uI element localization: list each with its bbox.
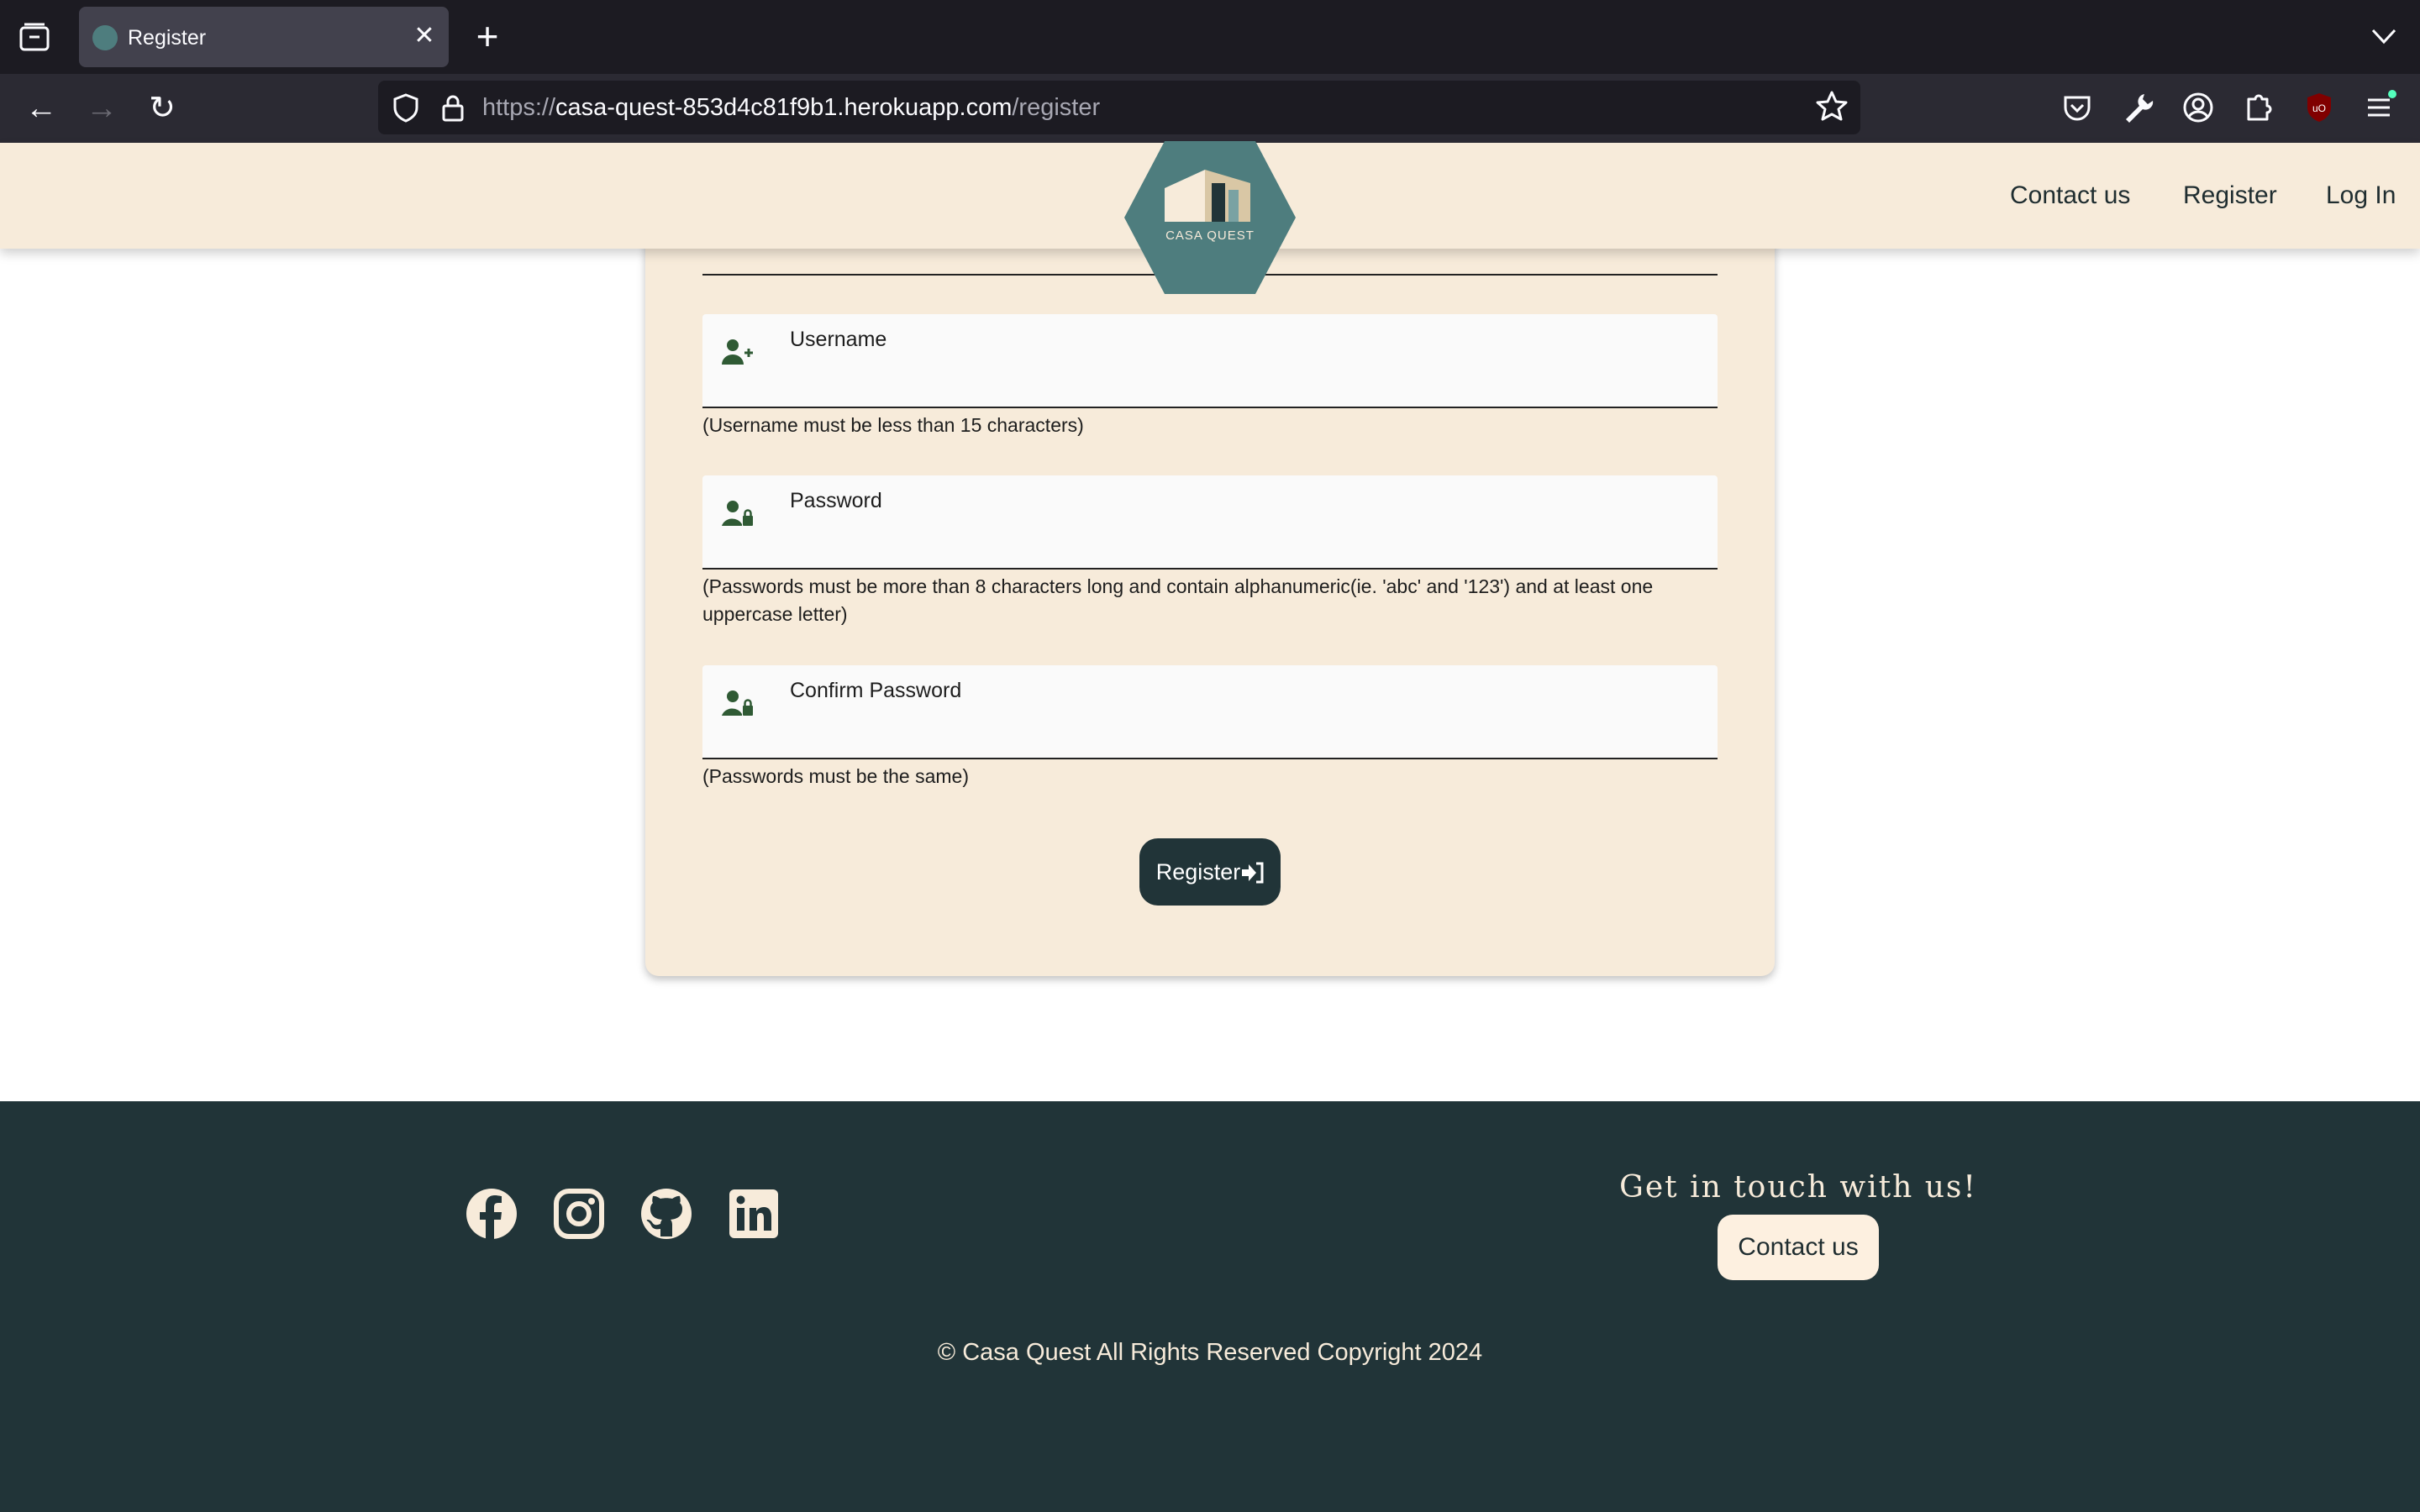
extensions-icon[interactable] bbox=[2240, 89, 2277, 126]
footer-contact-button[interactable]: Contact us bbox=[1718, 1215, 1879, 1280]
wrench-icon[interactable] bbox=[2119, 89, 2156, 126]
svg-text:uO: uO bbox=[2312, 102, 2326, 114]
url-host: casa-quest-853d4c81f9b1.herokuapp.com bbox=[555, 94, 1013, 121]
user-lock-icon bbox=[722, 690, 753, 716]
copyright-text: © Casa Quest All Rights Reserved Copyrig… bbox=[937, 1339, 1483, 1366]
pocket-icon[interactable] bbox=[2059, 89, 2096, 126]
footer-heading: Get in touch with us! bbox=[1619, 1170, 1977, 1205]
nav-log-in[interactable]: Log In bbox=[2326, 180, 2396, 212]
site-favicon-icon bbox=[92, 25, 118, 50]
url-scheme: https:// bbox=[482, 94, 556, 121]
bookmark-star-icon[interactable] bbox=[1815, 89, 1849, 123]
chevron-down-icon[interactable] bbox=[2368, 24, 2400, 49]
lock-icon[interactable] bbox=[439, 92, 467, 123]
sign-in-icon bbox=[1242, 862, 1264, 884]
password-hint: (Passwords must be more than 8 character… bbox=[702, 575, 1654, 625]
reload-icon[interactable]: ↻ bbox=[141, 87, 183, 129]
back-icon[interactable]: ← bbox=[20, 87, 62, 129]
username-label: Username bbox=[790, 328, 887, 351]
url-path: /register bbox=[1012, 94, 1101, 121]
instagram-icon[interactable] bbox=[553, 1188, 605, 1240]
new-tab-icon[interactable]: + bbox=[471, 17, 504, 55]
close-tab-icon[interactable]: ✕ bbox=[410, 20, 439, 52]
nav-register[interactable]: Register bbox=[2183, 180, 2277, 212]
tracking-shield-icon[interactable] bbox=[392, 92, 420, 123]
facebook-icon[interactable] bbox=[466, 1188, 518, 1240]
register-button[interactable]: Register bbox=[1139, 838, 1281, 906]
tab-list-icon[interactable] bbox=[18, 22, 50, 52]
tab-title: Register bbox=[128, 26, 207, 50]
username-hint: (Username must be less than 15 character… bbox=[702, 414, 1084, 436]
github-icon[interactable] bbox=[640, 1188, 692, 1240]
forward-icon[interactable]: → bbox=[81, 87, 123, 129]
password-label: Password bbox=[790, 489, 882, 512]
nav-contact-us[interactable]: Contact us bbox=[2010, 180, 2130, 212]
site-footer bbox=[0, 1101, 2420, 1512]
logo-text: CASA QUEST bbox=[1165, 228, 1255, 243]
confirm-password-hint: (Passwords must be the same) bbox=[702, 765, 970, 787]
url-text[interactable]: https://casa-quest-853d4c81f9b1.herokuap… bbox=[482, 92, 1100, 123]
linkedin-icon[interactable] bbox=[728, 1188, 780, 1240]
account-icon[interactable] bbox=[2180, 89, 2217, 126]
register-button-label: Register bbox=[1155, 859, 1241, 885]
user-lock-icon bbox=[722, 501, 753, 526]
casa-quest-logo[interactable] bbox=[1124, 141, 1296, 294]
confirm-password-label: Confirm Password bbox=[790, 679, 962, 702]
ublock-icon[interactable]: uO bbox=[2301, 89, 2338, 126]
user-plus-icon bbox=[722, 339, 753, 365]
menu-icon[interactable] bbox=[2361, 89, 2398, 126]
